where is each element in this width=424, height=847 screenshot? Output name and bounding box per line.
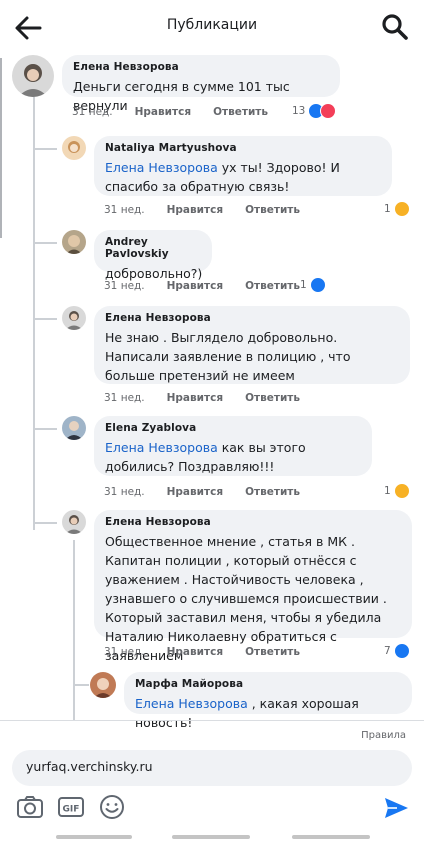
comment-author[interactable]: Nataliya Martyushova (105, 142, 382, 154)
love-reaction-icon (320, 103, 337, 119)
mention-link[interactable]: Елена Невзорова (135, 696, 248, 711)
mention-link[interactable]: Елена Невзорова (105, 160, 218, 175)
thread-branch (73, 684, 89, 686)
comment-meta: 31 нед. Нравится Ответить (104, 204, 322, 216)
comment-input[interactable]: yurfaq.verchinsky.ru (12, 750, 412, 786)
reaction-count: 1 (384, 203, 391, 215)
like-button[interactable]: Нравится (167, 646, 223, 658)
emoji-icon[interactable] (98, 793, 126, 821)
page-title: Публикации (166, 17, 258, 33)
send-icon[interactable] (382, 794, 410, 822)
reply-button[interactable]: Ответить (245, 280, 300, 292)
comment-author[interactable]: Марфа Майорова (135, 678, 402, 690)
comment-meta: 31 нед. Нравится Ответить (104, 392, 322, 404)
care-reaction-icon (393, 201, 410, 217)
avatar[interactable] (62, 230, 86, 254)
reaction-summary[interactable]: 7 (384, 643, 410, 659)
comment-meta: 31 нед. Нравится Ответить (104, 646, 322, 658)
like-reaction-icon (309, 277, 326, 293)
thread-branch (33, 148, 57, 150)
reaction-summary[interactable]: 1 (300, 277, 326, 293)
thread-branch (33, 318, 57, 320)
care-reaction-icon (393, 483, 410, 499)
like-button[interactable]: Нравится (167, 486, 223, 498)
svg-text:GIF: GIF (63, 805, 80, 815)
comment-bubble: Марфа Майорова Елена Невзорова , какая х… (124, 672, 412, 730)
avatar[interactable] (90, 672, 116, 698)
reply-button[interactable]: Ответить (213, 106, 268, 118)
reaction-count: 1 (300, 279, 307, 291)
comment-time: 31 нед. (104, 204, 145, 216)
comment-bubble: Andrey Pavlovskiy добровольно?) (94, 230, 212, 281)
reply-button[interactable]: Ответить (245, 204, 300, 216)
like-button[interactable]: Нравится (167, 392, 223, 404)
thread-branch (33, 428, 57, 430)
avatar[interactable] (62, 136, 86, 160)
top-bar: Публикации (0, 0, 424, 56)
comment-bubble: Елена Невзорова Общественное мнение , ст… (94, 510, 412, 663)
comment-bubble: Елена Невзорова Не знаю . Выглядело добр… (94, 306, 410, 384)
scroll-indicator (0, 58, 2, 238)
avatar[interactable] (12, 55, 54, 97)
reaction-count: 13 (292, 105, 306, 117)
like-button[interactable]: Нравится (135, 106, 191, 118)
reaction-count: 7 (384, 645, 391, 657)
reply-button[interactable]: Ответить (245, 392, 300, 404)
comment-author[interactable]: Andrey Pavlovskiy (105, 236, 202, 260)
comment-time: 31 нед. (72, 106, 113, 118)
reply-button[interactable]: Ответить (245, 646, 300, 658)
comment-time: 31 нед. (104, 486, 145, 498)
comment-author[interactable]: Елена Невзорова (105, 516, 402, 528)
comment-meta: 31 нед. Нравится Ответить (72, 106, 290, 118)
comment-author[interactable]: Елена Невзорова (105, 312, 400, 324)
gif-icon[interactable]: GIF (57, 793, 85, 821)
nav-pill (172, 835, 250, 839)
like-button[interactable]: Нравится (167, 204, 223, 216)
comment-author[interactable]: Елена Невзорова (73, 61, 330, 73)
avatar[interactable] (62, 510, 86, 534)
reaction-summary[interactable]: 1 (384, 483, 410, 499)
comment-time: 31 нед. (104, 392, 145, 404)
thread-line (33, 96, 35, 530)
reaction-summary[interactable]: 1 (384, 201, 410, 217)
comment-text: Не знаю . Выглядело добровольно. Написал… (105, 330, 351, 383)
mention-link[interactable]: Елена Невзорова (105, 440, 218, 455)
comment-input-value[interactable]: yurfaq.verchinsky.ru (26, 759, 153, 774)
camera-icon[interactable] (16, 793, 44, 821)
nav-pill (56, 835, 132, 839)
footer-divider (0, 720, 424, 721)
rules-link[interactable]: Правила (361, 730, 406, 741)
comment-bubble: Nataliya Martyushova Елена Невзорова ух … (94, 136, 392, 196)
comment-time: 31 нед. (104, 280, 145, 292)
comment-time: 31 нед. (104, 646, 145, 658)
reaction-count: 1 (384, 485, 391, 497)
avatar[interactable] (62, 416, 86, 440)
reaction-summary[interactable]: 13 (292, 103, 337, 119)
nav-pill (292, 835, 370, 839)
search-icon[interactable] (380, 12, 410, 42)
reply-button[interactable]: Ответить (245, 486, 300, 498)
comment-author[interactable]: Elena Zyablova (105, 422, 362, 434)
thread-branch (33, 522, 57, 524)
like-reaction-icon (393, 643, 410, 659)
comment-bubble: Elena Zyablova Елена Невзорова как вы эт… (94, 416, 372, 476)
thread-line (73, 540, 75, 720)
like-button[interactable]: Нравится (167, 280, 223, 292)
comment-meta: 31 нед. Нравится Ответить (104, 280, 322, 292)
comment-meta: 31 нед. Нравится Ответить (104, 486, 322, 498)
comment-bubble: Елена Невзорова Деньги сегодня в сумме 1… (62, 55, 340, 113)
avatar[interactable] (62, 306, 86, 330)
thread-branch (33, 242, 57, 244)
